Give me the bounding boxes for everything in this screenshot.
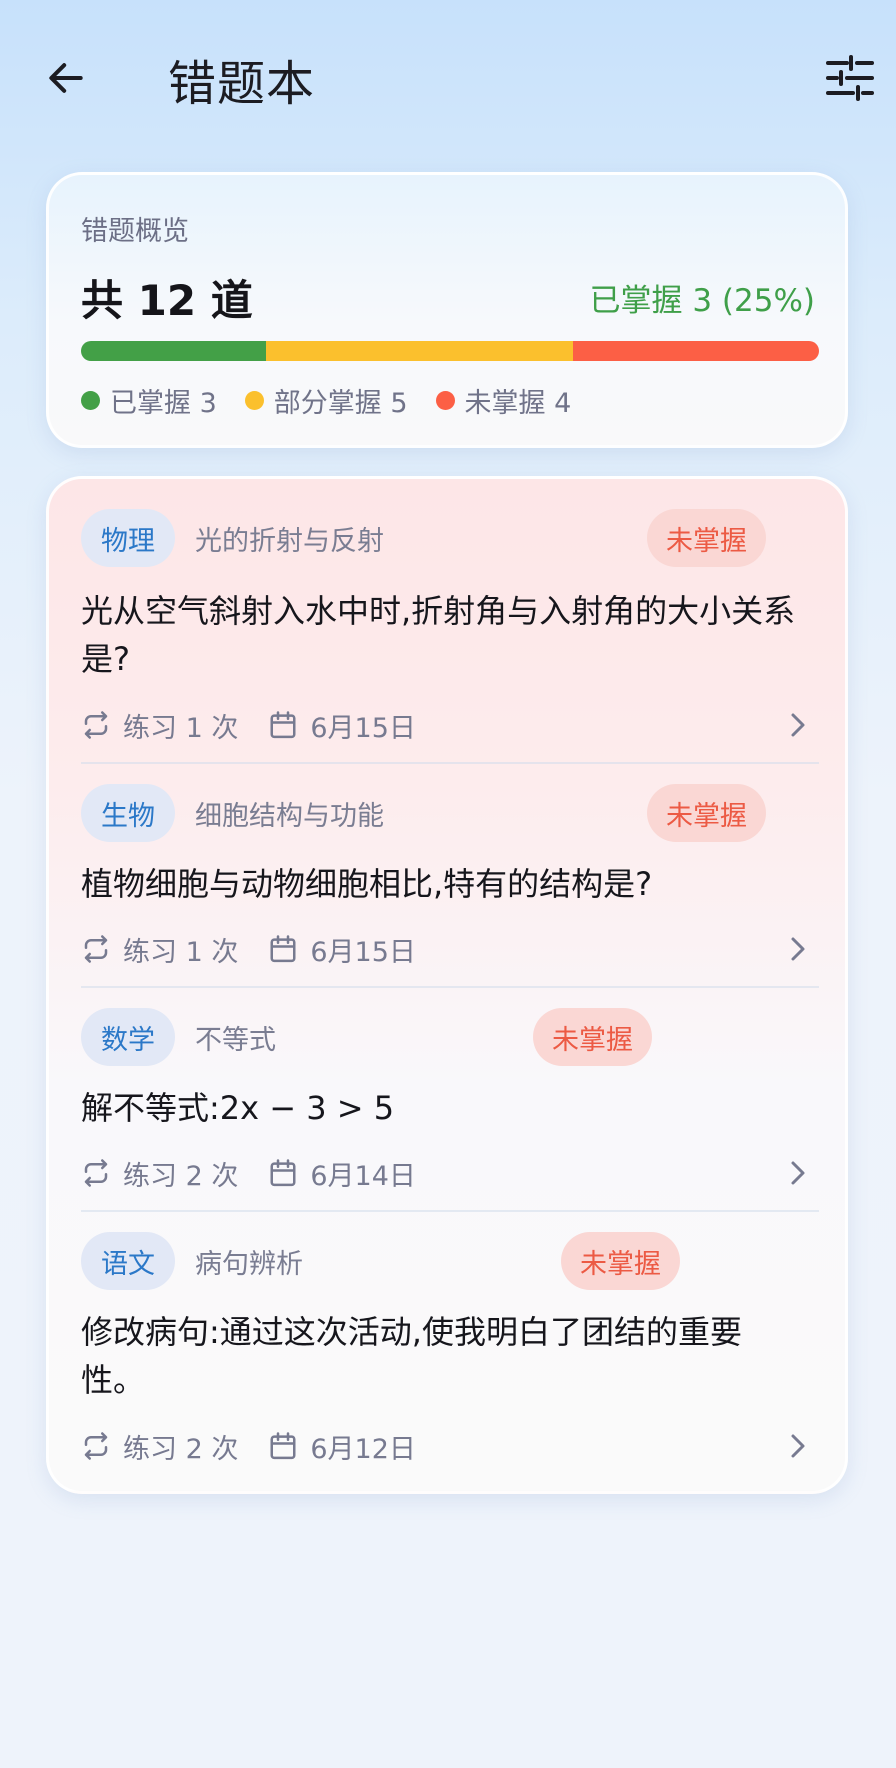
calendar-icon <box>268 1158 298 1188</box>
legend-partial: 部分掌握 5 <box>244 381 408 420</box>
item-meta: 练习 1 次 6月15日 <box>81 705 819 745</box>
chevron-right-icon <box>783 933 813 965</box>
bar-segment-mastered <box>81 341 266 361</box>
question-text: 植物细胞与动物细胞相比,特有的结构是? <box>81 865 653 903</box>
status-badge: 未掌握 <box>533 1008 652 1066</box>
mastery-progress-bar <box>81 341 819 361</box>
practice-count: 练习 2 次 <box>123 1160 239 1192</box>
date-label: 6月15日 <box>310 712 416 744</box>
subject-tag: 语文 <box>81 1232 175 1290</box>
date-label: 6月15日 <box>310 936 416 968</box>
legend-not-mastered: 未掌握 4 <box>435 381 571 420</box>
list-item[interactable]: 生物 细胞结构与功能 未掌握 植物细胞与动物细胞相比,特有的结构是? 练习 1 … <box>49 764 845 984</box>
calendar-icon <box>268 1431 298 1461</box>
item-meta: 练习 2 次 6月12日 <box>81 1426 819 1466</box>
date-label: 6月14日 <box>310 1160 416 1192</box>
status-badge: 未掌握 <box>561 1232 680 1290</box>
topic-label: 不等式 <box>195 1024 276 1056</box>
practice-count: 练习 1 次 <box>123 936 239 968</box>
list-item[interactable]: 物理 光的折射与反射 未掌握 光从空气斜射入水中时,折射角与入射角的大小关系是?… <box>49 479 845 744</box>
back-button[interactable] <box>38 50 94 106</box>
calendar-icon <box>268 710 298 740</box>
repeat-icon <box>81 1158 111 1188</box>
red-dot-icon <box>435 391 455 410</box>
calendar-icon <box>268 934 298 964</box>
filter-button[interactable] <box>822 50 878 106</box>
sliders-icon <box>826 55 874 101</box>
app-header: 错题本 <box>0 0 896 160</box>
mastered-summary: 已掌握 3 (25%) <box>589 283 815 319</box>
chevron-right-icon <box>783 1430 813 1462</box>
arrow-left-icon <box>49 63 83 93</box>
practice-count: 练习 1 次 <box>123 712 239 744</box>
page-title: 错题本 <box>168 56 316 112</box>
topic-label: 病句辨析 <box>195 1248 303 1280</box>
subject-tag: 生物 <box>81 784 175 842</box>
repeat-icon <box>81 710 111 740</box>
topic-label: 光的折射与反射 <box>195 525 384 557</box>
overview-label: 错题概览 <box>81 216 189 247</box>
question-text: 修改病句:通过这次活动,使我明白了团结的重要性。 <box>81 1313 742 1399</box>
list-item[interactable]: 数学 不等式 未掌握 解不等式:2x − 3 > 5 练习 2 次 6月14日 <box>49 988 845 1208</box>
date-label: 6月12日 <box>310 1433 416 1465</box>
bar-segment-not-mastered <box>573 341 819 361</box>
question-text: 光从空气斜射入水中时,折射角与入射角的大小关系是? <box>81 592 796 678</box>
overview-card: 错题概览 共 12 道 已掌握 3 (25%) 已掌握 3 部分掌握 5 未掌握… <box>46 172 848 448</box>
subject-tag: 物理 <box>81 509 175 567</box>
bar-segment-partial <box>265 341 573 361</box>
status-badge: 未掌握 <box>647 509 766 567</box>
repeat-icon <box>81 934 111 964</box>
legend-mastered: 已掌握 3 <box>81 381 217 420</box>
chevron-right-icon <box>783 1157 813 1189</box>
practice-count: 练习 2 次 <box>123 1433 239 1465</box>
question-text: 解不等式:2x − 3 > 5 <box>81 1089 395 1127</box>
chevron-right-icon <box>783 709 813 741</box>
total-count: 共 12 道 <box>81 276 253 325</box>
repeat-icon <box>81 1431 111 1461</box>
list-item[interactable]: 语文 病句辨析 未掌握 修改病句:通过这次活动,使我明白了团结的重要性。 练习 … <box>49 1212 845 1482</box>
mastery-legend: 已掌握 3 部分掌握 5 未掌握 4 <box>81 381 599 420</box>
subject-tag: 数学 <box>81 1008 175 1066</box>
item-meta: 练习 2 次 6月14日 <box>81 1153 819 1193</box>
green-dot-icon <box>81 391 100 410</box>
mistake-list: 物理 光的折射与反射 未掌握 光从空气斜射入水中时,折射角与入射角的大小关系是?… <box>46 476 848 1494</box>
status-badge: 未掌握 <box>647 784 766 842</box>
item-meta: 练习 1 次 6月15日 <box>81 929 819 969</box>
yellow-dot-icon <box>244 391 264 410</box>
topic-label: 细胞结构与功能 <box>195 800 384 832</box>
